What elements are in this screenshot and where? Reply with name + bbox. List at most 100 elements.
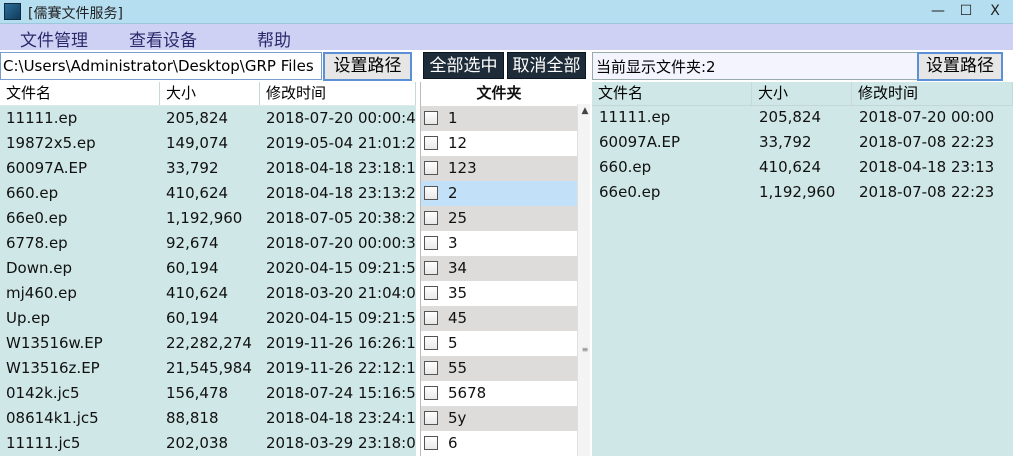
folder-checkbox[interactable] (424, 436, 438, 450)
table-row[interactable]: mj460.ep 410,624 2018-03-20 21:04:0 (0, 281, 416, 306)
folder-checkbox[interactable] (424, 286, 438, 300)
scroll-up-icon[interactable]: ▲ (578, 104, 590, 118)
file-time-cell: 2018-07-20 00:00 (859, 108, 995, 126)
folder-item[interactable]: 5678 (421, 381, 577, 406)
folder-item[interactable]: 6 (421, 431, 577, 456)
select-all-button[interactable]: 全部选中 (423, 52, 504, 79)
folder-checkbox[interactable] (424, 211, 438, 225)
left-path-input[interactable]: C:\Users\Administrator\Desktop\GRP Files (0, 52, 322, 80)
table-row[interactable]: 66e0.ep 1,192,960 2018-07-08 22:23 (592, 180, 1013, 205)
left-col-name-header[interactable]: 文件名 (0, 82, 160, 105)
file-name-cell: Up.ep (6, 309, 51, 327)
folder-item[interactable]: 3 (421, 231, 577, 256)
file-time-cell: 2018-04-18 23:24:1 (266, 409, 416, 427)
folder-item[interactable]: 34 (421, 256, 577, 281)
table-row[interactable]: 660.ep 410,624 2018-04-18 23:13 (592, 155, 1013, 180)
table-row[interactable]: W13516z.EP 21,545,984 2019-11-26 22:12:1 (0, 356, 416, 381)
deselect-all-button[interactable]: 取消全部 (507, 52, 586, 79)
left-col-size-header[interactable]: 大小 (160, 82, 260, 105)
file-name-cell: 19872x5.ep (6, 134, 96, 152)
file-size-cell: 92,674 (166, 234, 219, 252)
folder-checkbox[interactable] (424, 136, 438, 150)
table-row[interactable]: 660.ep 410,624 2018-04-18 23:13:2 (0, 181, 416, 206)
file-size-cell: 202,038 (166, 434, 229, 452)
folder-item[interactable]: 35 (421, 281, 577, 306)
minimize-button[interactable]: — (924, 2, 952, 21)
file-name-cell: 11111.ep (6, 109, 78, 127)
table-row[interactable]: Up.ep 60,194 2020-04-15 09:21:5 (0, 306, 416, 331)
file-time-cell: 2018-07-08 22:23 (859, 133, 995, 151)
table-row[interactable]: 6778.ep 92,674 2018-07-20 00:00:3 (0, 231, 416, 256)
file-time-cell: 2018-07-24 15:16:5 (266, 384, 416, 402)
file-time-cell: 2020-04-15 09:21:5 (266, 309, 416, 327)
table-row[interactable]: 19872x5.ep 149,074 2019-05-04 21:01:2 (0, 131, 416, 156)
file-size-cell: 410,624 (166, 284, 229, 302)
folder-item[interactable]: 25 (421, 206, 577, 231)
table-row[interactable]: Down.ep 60,194 2020-04-15 09:21:5 (0, 256, 416, 281)
file-size-cell: 88,818 (166, 409, 219, 427)
table-row[interactable]: 08614k1.jc5 88,818 2018-04-18 23:24:1 (0, 406, 416, 431)
folder-checkbox[interactable] (424, 336, 438, 350)
folder-checkbox[interactable] (424, 261, 438, 275)
right-file-list[interactable]: 文件名 大小 修改时间 11111.ep 205,824 2018-07-20 00… (592, 82, 1013, 456)
folder-checkbox[interactable] (424, 161, 438, 175)
folder-item[interactable]: 2 (421, 181, 577, 206)
folder-item[interactable]: 5 (421, 331, 577, 356)
right-col-time-header[interactable]: 修改时间 (852, 82, 1013, 105)
table-row[interactable]: 60097A.EP 33,792 2018-07-08 22:23 (592, 130, 1013, 155)
folder-item[interactable]: 55 (421, 356, 577, 381)
file-time-cell: 2018-03-20 21:04:0 (266, 284, 416, 302)
table-row[interactable]: 11111.ep 205,824 2018-07-20 00:00:4 (0, 106, 416, 131)
file-name-cell: 66e0.ep (599, 183, 661, 201)
file-size-cell: 22,282,274 (166, 334, 252, 352)
table-row[interactable]: 66e0.ep 1,192,960 2018-07-05 20:38:2 (0, 206, 416, 231)
close-button[interactable]: X (980, 2, 1010, 21)
folder-item[interactable]: 123 (421, 156, 577, 181)
folder-checkbox[interactable] (424, 236, 438, 250)
maximize-button[interactable]: ☐ (952, 2, 980, 21)
menu-file-management[interactable]: 文件管理 (20, 26, 88, 51)
table-row[interactable]: 60097A.EP 33,792 2018-04-18 23:18:1 (0, 156, 416, 181)
file-size-cell: 21,545,984 (166, 359, 252, 377)
title-bar: [儒賽文件服务] — ☐ X (0, 0, 1013, 24)
folder-item[interactable]: 5y (421, 406, 577, 431)
folder-checkbox[interactable] (424, 111, 438, 125)
scroll-grip-icon[interactable]: ≡ (578, 344, 590, 356)
folder-checkbox[interactable] (424, 411, 438, 425)
right-col-name-header[interactable]: 文件名 (592, 82, 752, 105)
left-col-time-header[interactable]: 修改时间 (260, 82, 416, 105)
folder-checkbox[interactable] (424, 311, 438, 325)
file-name-cell: 6778.ep (6, 234, 68, 252)
table-row[interactable]: 11111.jc5 202,038 2018-03-29 23:18:0 (0, 431, 416, 456)
file-time-cell: 2018-07-08 22:23 (859, 183, 995, 201)
table-row[interactable]: 0142k.jc5 156,478 2018-07-24 15:16:5 (0, 381, 416, 406)
right-col-size-header[interactable]: 大小 (752, 82, 852, 105)
right-list-header: 文件名 大小 修改时间 (592, 82, 1013, 106)
menu-help[interactable]: 帮助 (257, 26, 291, 51)
file-time-cell: 2018-04-18 23:18:1 (266, 159, 416, 177)
left-set-path-button[interactable]: 设置路径 (323, 52, 412, 81)
left-file-list[interactable]: 文件名 大小 修改时间 11111.ep 205,824 2018-07-20 00… (0, 82, 416, 456)
folder-name-label: 34 (448, 259, 468, 277)
folder-checkbox[interactable] (424, 186, 438, 200)
folder-name-label: 2 (448, 184, 458, 202)
folder-list[interactable]: 文件夹 1 12 123 2 25 3 34 35 45 5 55 5678 5y 6 ▲ ≡ (420, 82, 590, 456)
folder-item[interactable]: 12 (421, 131, 577, 156)
left-list-header: 文件名 大小 修改时间 (0, 82, 416, 106)
folder-checkbox[interactable] (424, 386, 438, 400)
right-set-path-button[interactable]: 设置路径 (917, 52, 1003, 81)
current-folder-label: 当前显示文件夹:2 (592, 52, 918, 80)
folder-scrollbar[interactable]: ▲ ≡ (577, 104, 590, 456)
folder-item[interactable]: 45 (421, 306, 577, 331)
file-time-cell: 2018-04-18 23:13 (859, 158, 995, 176)
table-row[interactable]: 11111.ep 205,824 2018-07-20 00:00 (592, 105, 1013, 130)
file-name-cell: 660.ep (6, 184, 59, 202)
file-time-cell: 2018-07-05 20:38:2 (266, 209, 416, 227)
folder-item[interactable]: 1 (421, 106, 577, 131)
file-time-cell: 2018-03-29 23:18:0 (266, 434, 416, 452)
table-row[interactable]: W13516w.EP 22,282,274 2019-11-26 16:26:1 (0, 331, 416, 356)
file-name-cell: 660.ep (599, 158, 652, 176)
file-time-cell: 2020-04-15 09:21:5 (266, 259, 416, 277)
menu-view-devices[interactable]: 查看设备 (129, 26, 197, 51)
folder-checkbox[interactable] (424, 361, 438, 375)
